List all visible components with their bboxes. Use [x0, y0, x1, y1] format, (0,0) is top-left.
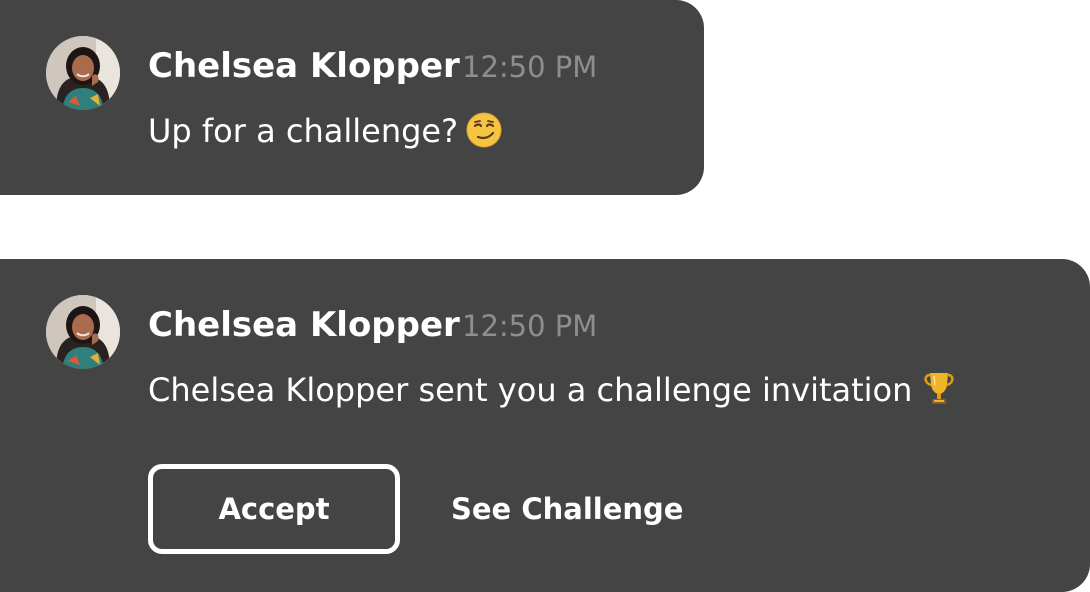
- profile-photo-icon: [46, 36, 120, 110]
- message-text-row: Up for a challenge?: [148, 110, 502, 158]
- message-text-row: Chelsea Klopper sent you a challenge inv…: [148, 369, 958, 417]
- avatar[interactable]: [46, 295, 120, 369]
- challenge-invitation-card: Chelsea Klopper 12:50 PM Chelsea Klopper…: [0, 259, 1090, 592]
- message-timestamp: 12:50 PM: [462, 50, 598, 84]
- message-timestamp: 12:50 PM: [462, 309, 598, 343]
- see-challenge-button[interactable]: See Challenge: [451, 489, 683, 529]
- sender-name: Chelsea Klopper: [148, 305, 460, 345]
- avatar[interactable]: [46, 36, 120, 110]
- trophy-emoji-icon: [920, 369, 958, 417]
- message-text: Chelsea Klopper sent you a challenge inv…: [148, 371, 913, 409]
- message-text: Up for a challenge?: [148, 112, 459, 150]
- sender-name: Chelsea Klopper: [148, 46, 460, 86]
- chat-message-card: Chelsea Klopper 12:50 PM Up for a challe…: [0, 0, 704, 195]
- profile-photo-icon: [46, 295, 120, 369]
- smirking-face-emoji-icon: [466, 112, 502, 158]
- accept-button[interactable]: Accept: [148, 464, 400, 554]
